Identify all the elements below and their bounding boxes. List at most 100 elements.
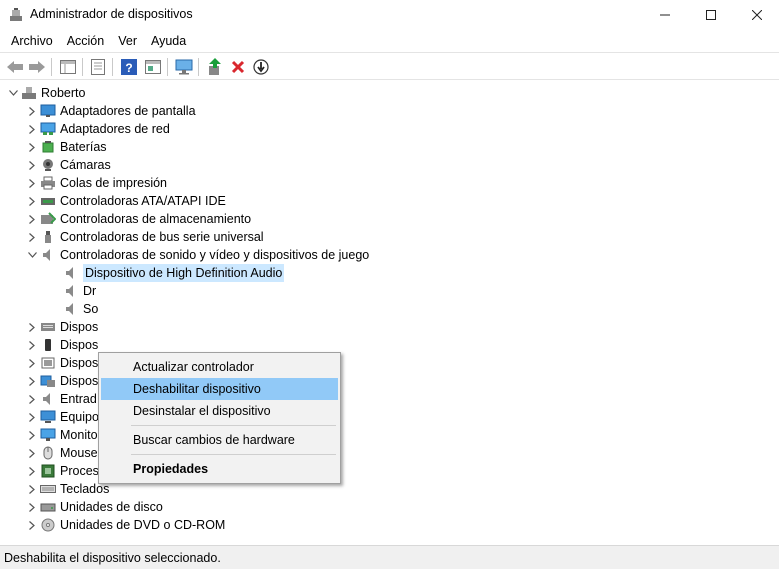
expand-chevron-icon[interactable] (25, 354, 39, 372)
expand-chevron-icon[interactable] (25, 228, 39, 246)
tree-category[interactable]: Equipo (25, 408, 99, 426)
expand-chevron-icon[interactable] (25, 174, 39, 192)
network-adapter-icon (39, 121, 56, 137)
tree-device-selected[interactable]: Dispositivo de High Definition Audio (62, 264, 285, 282)
expand-chevron-icon[interactable] (25, 336, 39, 354)
menu-item-update-driver[interactable]: Actualizar controlador (101, 356, 338, 378)
expand-chevron-icon[interactable] (25, 408, 39, 426)
menu-ayuda[interactable]: Ayuda (144, 31, 193, 51)
tree-category[interactable]: Dispos (25, 354, 98, 372)
action-pane-icon[interactable] (143, 57, 163, 77)
toolbar-separator (82, 58, 83, 76)
title-bar: Administrador de dispositivos (0, 0, 779, 30)
tree-category[interactable]: Dispos (25, 318, 98, 336)
disable-device-icon[interactable] (251, 57, 271, 77)
device-tree: Roberto Adaptadores de pantalla Adaptado… (0, 81, 779, 545)
uninstall-icon[interactable] (228, 57, 248, 77)
expand-chevron-icon[interactable] (25, 156, 39, 174)
forward-icon[interactable] (27, 57, 47, 77)
category-label: Dispos (60, 320, 99, 334)
tree-category[interactable]: Unidades de disco (25, 498, 163, 516)
category-label: Unidades de disco (60, 500, 163, 514)
tree-category[interactable]: Unidades de DVD o CD-ROM (25, 516, 225, 534)
close-button[interactable] (734, 0, 779, 30)
hid-icon (39, 319, 56, 335)
storage-controller-icon (39, 211, 56, 227)
tree-category-expanded[interactable]: Controladoras de sonido y vídeo y dispos… (25, 246, 369, 264)
collapse-chevron-icon[interactable] (25, 246, 39, 264)
category-label: Adaptadores de red (60, 122, 170, 136)
audio-input-icon (39, 391, 56, 407)
tree-category[interactable]: Teclados (25, 480, 109, 498)
category-label: Dispos (60, 338, 99, 352)
expand-chevron-icon[interactable] (25, 102, 39, 120)
tree-category[interactable]: Dispos (25, 336, 98, 354)
expand-chevron-icon[interactable] (25, 390, 39, 408)
show-hide-tree-icon[interactable] (88, 57, 108, 77)
tree-root[interactable]: Roberto (6, 84, 85, 102)
back-icon[interactable] (5, 57, 25, 77)
expand-chevron-icon[interactable] (25, 138, 39, 156)
tree-category[interactable]: Baterías (25, 138, 107, 156)
tree-category[interactable]: Adaptadores de pantalla (25, 102, 196, 120)
tree-category[interactable]: Controladoras de almacenamiento (25, 210, 251, 228)
processor-icon (39, 463, 56, 479)
update-driver-icon[interactable] (205, 57, 225, 77)
tree-category[interactable]: Controladoras ATA/ATAPI IDE (25, 192, 226, 210)
expand-chevron-icon[interactable] (25, 462, 39, 480)
menu-accion[interactable]: Acción (60, 31, 112, 51)
expand-chevron-icon[interactable] (25, 192, 39, 210)
device-label: Dispositivo de High Definition Audio (83, 264, 285, 282)
device-label: Dr (83, 284, 97, 298)
help-icon[interactable]: ? (119, 57, 139, 77)
tree-device[interactable]: So (62, 300, 98, 318)
category-label: Controladoras de sonido y vídeo y dispos… (60, 248, 370, 262)
expand-chevron-icon[interactable] (25, 426, 39, 444)
usb-icon (39, 229, 56, 245)
security-device-icon (39, 355, 56, 371)
computer-icon (20, 85, 37, 101)
expand-chevron-icon[interactable] (25, 210, 39, 228)
tree-category[interactable]: Colas de impresión (25, 174, 167, 192)
tree-category[interactable]: Dispos (25, 372, 98, 390)
menu-item-uninstall-device[interactable]: Desinstalar el dispositivo (101, 400, 338, 422)
category-label: Colas de impresión (60, 176, 167, 190)
category-label: Dispos (60, 356, 99, 370)
toolbar-separator (167, 58, 168, 76)
menu-archivo[interactable]: Archivo (4, 31, 60, 51)
root-label: Roberto (41, 86, 86, 100)
device-manager-icon (8, 7, 24, 23)
category-label: Equipo (60, 410, 99, 424)
tree-device[interactable]: Dr (62, 282, 96, 300)
expand-chevron-icon[interactable] (25, 318, 39, 336)
keyboard-icon (39, 481, 56, 497)
maximize-button[interactable] (688, 0, 734, 30)
tree-category[interactable]: Entrad (25, 390, 97, 408)
expand-chevron-icon[interactable] (25, 498, 39, 516)
scan-hardware-icon[interactable] (174, 57, 194, 77)
tree-category[interactable]: Controladoras de bus serie universal (25, 228, 264, 246)
tree-category[interactable]: Adaptadores de red (25, 120, 170, 138)
menu-item-properties[interactable]: Propiedades (101, 458, 338, 480)
expand-chevron-icon[interactable] (25, 372, 39, 390)
expand-chevron-icon[interactable] (25, 120, 39, 138)
speaker-icon (62, 265, 79, 281)
tree-category[interactable]: Cámaras (25, 156, 111, 174)
status-bar: Deshabilita el dispositivo seleccionado. (0, 545, 779, 569)
expand-chevron-icon[interactable] (25, 480, 39, 498)
collapse-chevron-icon[interactable] (6, 84, 20, 102)
menu-ver[interactable]: Ver (111, 31, 144, 51)
menu-item-scan-hardware[interactable]: Buscar cambios de hardware (101, 429, 338, 451)
properties-pane-icon[interactable] (58, 57, 78, 77)
svg-text:?: ? (125, 61, 132, 75)
minimize-button[interactable] (642, 0, 688, 30)
category-label: Controladoras ATA/ATAPI IDE (60, 194, 226, 208)
ide-controller-icon (39, 193, 56, 209)
toolbar: ? (0, 52, 779, 80)
category-label: Entrad (60, 392, 97, 406)
menu-item-disable-device[interactable]: Deshabilitar dispositivo (101, 378, 338, 400)
category-label: Controladoras de bus serie universal (60, 230, 264, 244)
expand-chevron-icon[interactable] (25, 444, 39, 462)
category-label: Dispos (60, 374, 99, 388)
expand-chevron-icon[interactable] (25, 516, 39, 534)
